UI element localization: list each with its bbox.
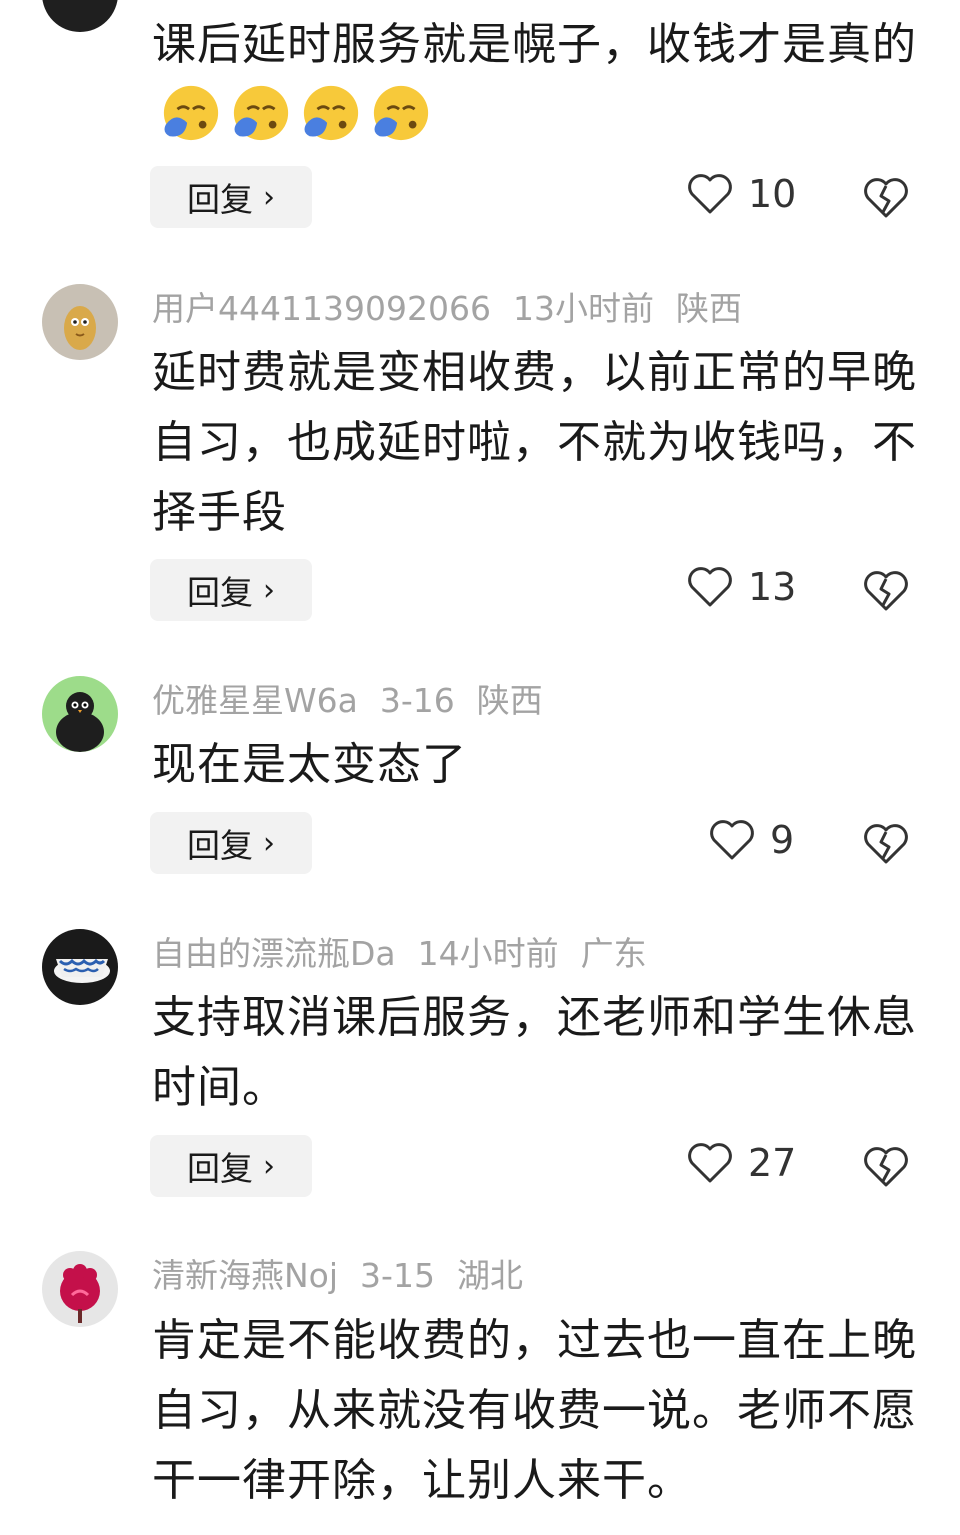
username[interactable]: 清新海燕Noj — [152, 1256, 338, 1295]
location: 湖北 — [456, 1256, 523, 1295]
like-button[interactable]: 9 — [708, 818, 794, 862]
avatar[interactable] — [42, 0, 118, 32]
chevron-right-icon: › — [263, 179, 275, 215]
chevron-right-icon: › — [263, 825, 275, 861]
reply-button[interactable]: 回复 › — [150, 166, 312, 228]
comment-text: 支持取消课后服务，还老师和学生休息时间。 — [152, 992, 917, 1113]
comment-text: 课后延时服务就是幌子，收钱才是真的 — [152, 10, 922, 150]
heart-outline-icon — [710, 820, 754, 860]
reply-label: 回复 — [187, 180, 253, 219]
avatar[interactable] — [42, 929, 118, 1005]
avatar[interactable] — [42, 676, 118, 752]
like-count: 9 — [770, 818, 795, 862]
username[interactable]: 优雅星星W6a — [152, 681, 358, 720]
comment-text: 肯定是不能收费的，过去也一直在上晚自习，从来就没有收费一说。老师不愿干一律开除，… — [152, 1315, 917, 1506]
comment-text: 现在是太变态了 — [152, 739, 467, 790]
timestamp: 3-16 — [379, 681, 455, 720]
username[interactable]: 自由的漂流瓶Da — [152, 934, 396, 973]
heart-outline-icon — [688, 1143, 732, 1183]
like-button[interactable]: 10 — [686, 172, 796, 216]
crying-face-emoji — [152, 85, 432, 141]
heart-outline-icon — [688, 567, 732, 607]
like-button[interactable]: 13 — [686, 565, 796, 609]
like-count: 27 — [748, 1141, 797, 1185]
comment-text: 延时费就是变相收费，以前正常的早晚自习，也成延时啦，不就为收钱吗，不择手段 — [152, 347, 917, 538]
avatar[interactable] — [42, 1251, 118, 1327]
reply-label: 回复 — [187, 826, 253, 865]
timestamp: 13小时前 — [512, 289, 654, 328]
broken-heart-icon[interactable] — [862, 1145, 910, 1189]
broken-heart-icon[interactable] — [862, 176, 910, 220]
username[interactable]: 用户4441139092066 — [152, 289, 491, 328]
chevron-right-icon: › — [263, 572, 275, 608]
chevron-right-icon: › — [263, 1148, 275, 1184]
comment-meta: 清新海燕Noj 3-15 湖北 — [152, 1253, 545, 1299]
avatar[interactable] — [42, 284, 118, 360]
reply-button[interactable]: 回复 › — [150, 559, 312, 621]
reply-label: 回复 — [187, 573, 253, 612]
timestamp: 3-15 — [360, 1256, 435, 1295]
reply-label: 回复 — [187, 1149, 253, 1188]
comment-list: 课后延时服务就是幌子，收钱才是真的 回复 › 10 用户444113909206… — [0, 0, 960, 1535]
location: 陕西 — [675, 289, 742, 328]
reply-button[interactable]: 回复 › — [150, 1135, 312, 1197]
heart-outline-icon — [688, 174, 732, 214]
reply-button[interactable]: 回复 › — [150, 812, 312, 874]
timestamp: 14小时前 — [417, 934, 559, 973]
location: 陕西 — [476, 681, 543, 720]
like-button[interactable]: 27 — [686, 1141, 796, 1185]
location: 广东 — [580, 934, 647, 973]
broken-heart-icon[interactable] — [862, 822, 910, 866]
like-count: 10 — [748, 172, 797, 216]
like-count: 13 — [748, 565, 797, 609]
broken-heart-icon[interactable] — [862, 569, 910, 613]
comment-meta: 自由的漂流瓶Da 14小时前 广东 — [152, 931, 669, 977]
comment-meta: 优雅星星W6a 3-16 陕西 — [152, 678, 565, 724]
comment-meta: 用户4441139092066 13小时前 陕西 — [152, 286, 764, 332]
